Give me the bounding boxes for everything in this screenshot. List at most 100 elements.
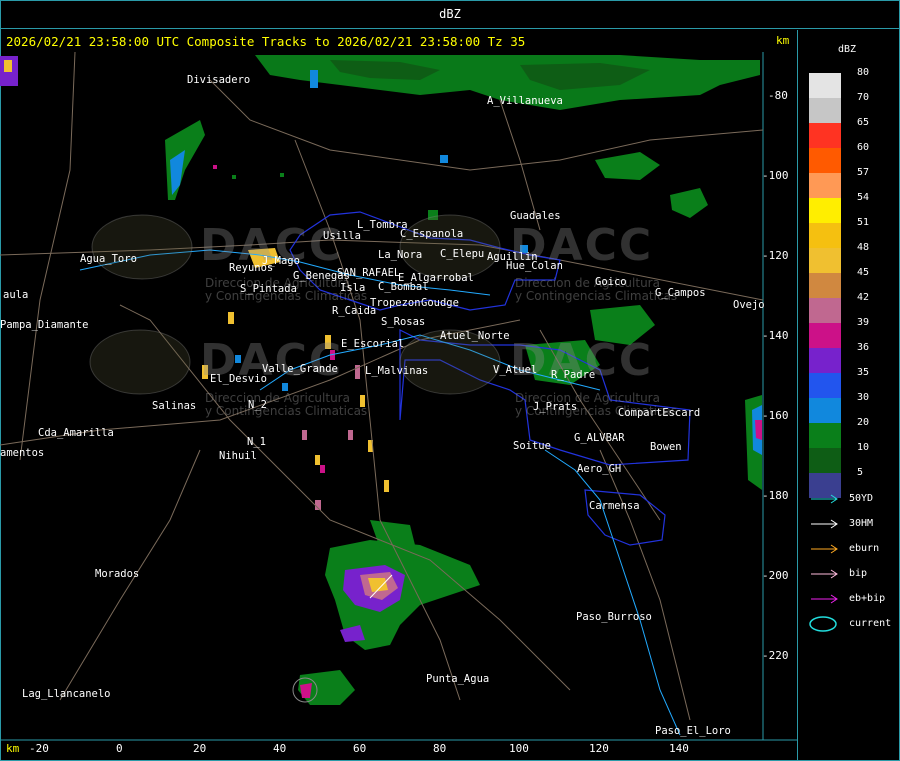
y-axis-label: -200: [762, 569, 789, 582]
legend-value: 70: [857, 92, 870, 103]
legend-track: current: [809, 616, 899, 636]
legend-swatch: [809, 248, 841, 273]
x-axis-label: 120: [589, 742, 609, 755]
y-axis-label: -120: [762, 249, 789, 262]
x-axis-label: -20: [29, 742, 49, 755]
legend-value: 20: [857, 417, 870, 428]
watermark-subtitle-3: Direccion de Agricultura y Contingencias …: [205, 391, 368, 418]
place-label: Soitue: [513, 440, 551, 452]
place-label: L_Malvinas: [365, 365, 429, 377]
legend-level: 10: [809, 442, 889, 473]
window-title: dBZ: [0, 0, 900, 29]
x-axis-label: 20: [193, 742, 207, 755]
y-axis-label: -140: [762, 329, 789, 342]
place-label: G_Campos: [655, 287, 706, 299]
legend-value: 35: [857, 367, 870, 378]
legend-level: 60: [809, 142, 889, 173]
legend-track: eb+bip: [809, 591, 899, 611]
y-axis-label: -160: [762, 409, 789, 422]
legend-title: dBZ: [838, 44, 857, 55]
km-unit-top: km: [776, 34, 790, 47]
place-label: El_Desvio: [210, 373, 267, 385]
legend-track: 50YD: [809, 491, 899, 511]
legend-track: 30HM: [809, 516, 899, 536]
legend-level: 20: [809, 417, 889, 448]
place-label: Agua_Toro: [80, 253, 137, 265]
legend-track: bip: [809, 566, 899, 586]
place-label: J_Prats: [533, 401, 578, 413]
legend-swatch: [809, 273, 841, 298]
legend-panel: dBZ 80 70 65 60 57 54 51 48 45 42 39 36 35 30 20 10 5 50…: [800, 30, 900, 761]
legend-value: 5: [857, 467, 864, 478]
y-axis-label: -180: [762, 489, 789, 502]
track-arrow-icon: [811, 544, 838, 554]
place-label: G_ALVBAR: [574, 432, 625, 444]
place-label: Morados: [95, 568, 140, 580]
place-label: Carmensa: [589, 500, 640, 512]
place-label: Atuel_Norte: [440, 330, 510, 342]
legend-track-label: current: [849, 618, 892, 629]
legend-value: 54: [857, 192, 870, 203]
legend-swatch: [809, 123, 841, 148]
place-label: Valle_Grande: [262, 363, 338, 375]
place-label: N_2: [248, 399, 267, 411]
place-label: La_Nora: [378, 249, 423, 261]
x-axis-label: 80: [433, 742, 447, 755]
place-label: Isla: [340, 282, 366, 294]
place-label: Punta_Agua: [426, 673, 490, 685]
place-label: C_Elepu: [440, 248, 485, 260]
x-axis-label: 100: [509, 742, 529, 755]
legend-swatch: [809, 298, 841, 323]
legend-level: 48: [809, 242, 889, 273]
legend-value: 60: [857, 142, 870, 153]
legend-value: 48: [857, 242, 870, 253]
legend-swatch: [809, 148, 841, 173]
place-label: Divisadero: [187, 74, 251, 86]
place-label: Salinas: [152, 400, 197, 412]
legend-level: 45: [809, 267, 889, 298]
place-label: A_Villanueva: [487, 95, 563, 107]
x-axis-label: 140: [669, 742, 689, 755]
place-label: S_Rosas: [381, 316, 426, 328]
legend-level: 80: [809, 67, 889, 98]
legend-value: 45: [857, 267, 870, 278]
legend-level: 39: [809, 317, 889, 348]
place-label: amentos: [0, 447, 45, 459]
track-arrow-icon: [811, 594, 838, 604]
legend-value: 36: [857, 342, 870, 353]
legend-track-label: 50YD: [849, 493, 874, 504]
place-label: Ovejo: [733, 299, 765, 311]
place-label: SAN_RAFAEL: [337, 267, 401, 279]
place-label: C_Espanola: [400, 228, 464, 240]
legend-level: 42: [809, 292, 889, 323]
legend-swatch: [809, 173, 841, 198]
track-arrow-icon: [811, 519, 838, 529]
legend-track-label: eb+bip: [849, 593, 886, 604]
place-label: Aero_GH: [577, 463, 622, 475]
legend-value: 39: [857, 317, 870, 328]
legend-swatch: [809, 373, 841, 398]
legend-level: 51: [809, 217, 889, 248]
rivers: [79, 249, 681, 736]
place-label: Goico: [595, 276, 627, 288]
place-label: V_Atuel: [493, 364, 538, 376]
legend-value: 57: [857, 167, 870, 178]
legend-level: 57: [809, 167, 889, 198]
legend-level: 30: [809, 392, 889, 423]
legend-level: 65: [809, 117, 889, 148]
legend-value: 42: [857, 292, 870, 303]
place-label: Nihuil: [219, 450, 257, 462]
place-label: C_Bombal: [378, 281, 429, 293]
place-label: R_Padre: [551, 369, 596, 381]
place-label: CompartEscard: [618, 407, 701, 419]
place-label: Pampa_Diamante: [0, 319, 89, 331]
place-label: Tropezon: [370, 297, 421, 309]
legend-swatch: [809, 398, 841, 423]
place-label: aula: [3, 289, 29, 301]
x-axis-label: 60: [353, 742, 367, 755]
place-label: Guadales: [510, 210, 561, 222]
legend-swatch: [809, 223, 841, 248]
place-label: Paso_Burroso: [576, 611, 652, 623]
place-label: Cda_Amarilla: [38, 427, 114, 439]
y-axis-label: -220: [762, 649, 789, 662]
